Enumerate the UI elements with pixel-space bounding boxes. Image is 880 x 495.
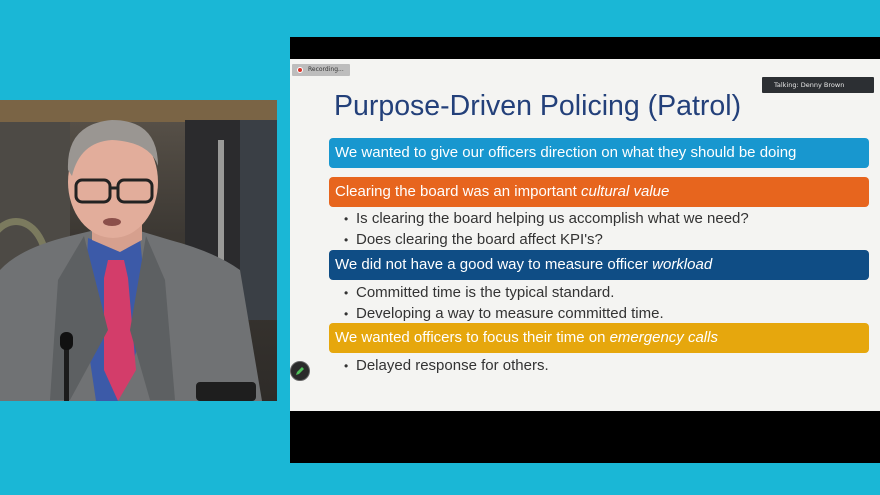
record-dot-icon <box>297 67 303 73</box>
section-emphasis: workload <box>652 256 713 273</box>
bullet-item: • Is clearing the board helping us accomp… <box>344 210 749 228</box>
recording-label: Recording... <box>308 66 344 73</box>
bullet-text: Committed time is the typical standard. <box>356 284 615 301</box>
bullet-item: • Delayed response for others. <box>344 357 549 375</box>
bullet-text: Is clearing the board helping us accompl… <box>356 210 749 227</box>
pencil-icon <box>296 367 304 375</box>
presentation-slide: Recording... Talking: Denny Brown Purpos… <box>290 59 880 411</box>
slide-title: Purpose-Driven Policing (Patrol) <box>334 90 742 122</box>
speaker-figure <box>0 120 262 401</box>
talking-label: Talking: Denny Brown <box>774 81 845 89</box>
talking-indicator: Talking: Denny Brown <box>762 77 874 93</box>
bullet-item: • Committed time is the typical standard. <box>344 284 614 302</box>
bullet-text: Does clearing the board affect KPI's? <box>356 231 603 248</box>
section-emphasis: emergency calls <box>609 329 718 346</box>
bullet-dot-icon: • <box>344 286 349 300</box>
microphone-icon <box>60 332 73 350</box>
bullet-item: • Does clearing the board affect KPI's? <box>344 231 603 249</box>
section-text: We wanted officers to focus their time o… <box>335 329 610 346</box>
bullet-dot-icon: • <box>344 233 349 247</box>
section-bar-emergency: We wanted officers to focus their time o… <box>329 323 869 353</box>
desk-phone <box>196 382 256 401</box>
bullet-dot-icon: • <box>344 359 349 373</box>
section-text: We did not have a good way to measure of… <box>335 256 653 273</box>
bullet-dot-icon: • <box>344 307 349 321</box>
section-text: Clearing the board was an important <box>335 183 581 200</box>
section-bar-clearing-board: Clearing the board was an important cult… <box>329 177 869 207</box>
bullet-text: Developing a way to measure committed ti… <box>356 305 664 322</box>
bullet-dot-icon: • <box>344 212 349 226</box>
bullet-item: • Developing a way to measure committed t… <box>344 305 664 323</box>
speaker-video-tile <box>0 100 277 401</box>
section-bar-direction: We wanted to give our officers direction… <box>329 138 869 168</box>
section-emphasis: cultural value <box>580 183 670 200</box>
section-bar-workload: We did not have a good way to measure of… <box>329 250 869 280</box>
section-text: We wanted to give our officers direction… <box>335 144 797 161</box>
annotate-button[interactable] <box>290 361 310 381</box>
bullet-text: Delayed response for others. <box>356 357 549 374</box>
recording-indicator: Recording... <box>292 64 350 76</box>
screen-share-frame: Recording... Talking: Denny Brown Purpos… <box>290 37 880 463</box>
